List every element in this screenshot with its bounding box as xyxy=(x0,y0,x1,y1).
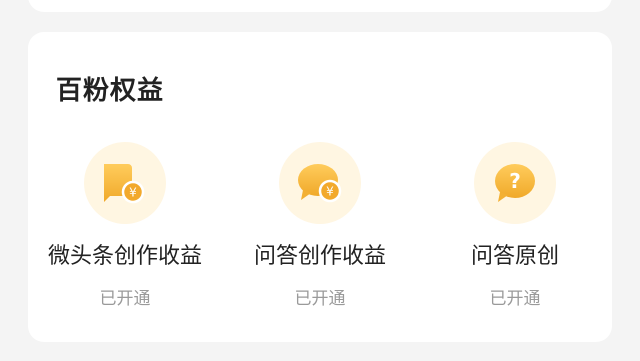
benefit-label: 微头条创作收益 xyxy=(47,244,202,269)
benefit-status: 已开通 xyxy=(294,289,346,309)
svg-text:¥: ¥ xyxy=(326,185,334,199)
previous-card xyxy=(28,0,612,12)
svg-text:?: ? xyxy=(509,169,521,193)
question-bubble-icon: ? xyxy=(474,142,556,224)
benefit-item-qa-original[interactable]: ? 问答原创 已开通 xyxy=(420,142,610,312)
benefit-label: 问答创作收益 xyxy=(253,244,386,269)
benefit-item-qa-income[interactable]: ¥ 问答创作收益 已开通 xyxy=(225,142,415,312)
fan-benefits-card: 百粉权益 ¥ 微头条创作收益 已开通 ¥ 问答创作收益 已开通 ? 问答原创 已… xyxy=(28,32,612,342)
svg-text:¥: ¥ xyxy=(129,186,137,200)
benefit-item-micro-headline[interactable]: ¥ 微头条创作收益 已开通 xyxy=(30,142,220,312)
benefit-status: 已开通 xyxy=(489,289,541,309)
section-title: 百粉权益 xyxy=(56,76,165,106)
benefit-status: 已开通 xyxy=(99,289,151,309)
benefit-label: 问答原创 xyxy=(470,244,559,269)
yuan-flag-icon: ¥ xyxy=(84,142,166,224)
yuan-chat-bubble-icon: ¥ xyxy=(279,142,361,224)
